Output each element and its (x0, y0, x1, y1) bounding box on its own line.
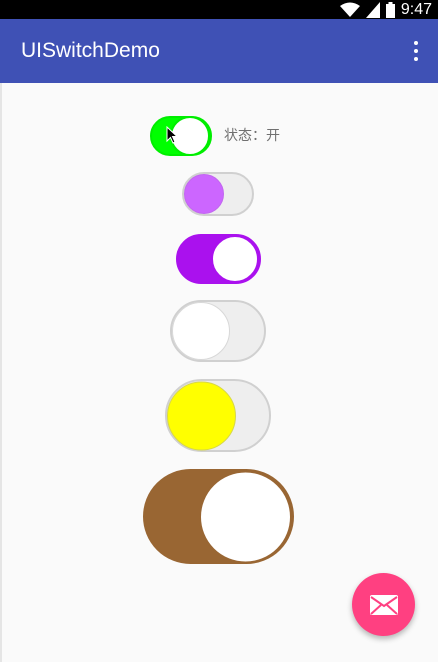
wifi-icon (339, 2, 360, 17)
switch-brown-large[interactable] (143, 469, 294, 564)
switch-knob (167, 381, 236, 450)
mail-icon (369, 594, 398, 615)
switch-green[interactable] (150, 116, 212, 156)
status-bar: 9:47 (0, 0, 438, 19)
switch-white[interactable] (170, 300, 266, 362)
switch-yellow[interactable] (165, 379, 271, 452)
edge-divider (0, 83, 2, 662)
status-icons: 9:47 (339, 0, 438, 19)
cursor-icon (166, 126, 178, 144)
overflow-menu-icon[interactable] (412, 41, 420, 61)
switch-violet-small[interactable] (182, 172, 254, 216)
switch-knob (184, 174, 224, 214)
switch-knob (199, 470, 292, 563)
switch-knob (211, 235, 259, 283)
signal-icon (365, 1, 380, 18)
switch-knob (172, 302, 230, 360)
status-time: 9:47 (400, 1, 432, 18)
app-title: UISwitchDemo (21, 39, 160, 62)
app-bar: UISwitchDemo (0, 19, 438, 83)
status-label: 状态：开 (224, 128, 280, 144)
fab-button[interactable] (352, 573, 415, 636)
battery-icon (385, 1, 395, 18)
switch-purple[interactable] (176, 234, 261, 284)
